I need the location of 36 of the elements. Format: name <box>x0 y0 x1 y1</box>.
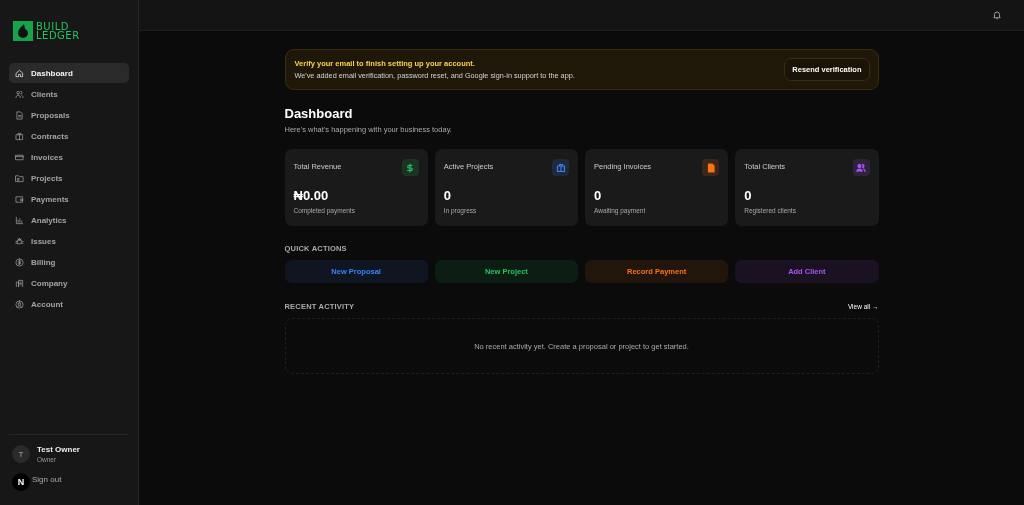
sidebar-item[interactable]: Payments <box>9 189 129 209</box>
stat-value: 0 <box>443 188 452 203</box>
nav-icon <box>15 278 24 288</box>
sidebar-item[interactable]: Analytics <box>9 210 129 230</box>
nav-icon <box>15 299 24 309</box>
nav-icon <box>15 110 24 120</box>
nav-icon <box>15 194 24 204</box>
nav-icon <box>15 89 24 99</box>
sidebar-item[interactable]: Dashboard <box>9 63 129 83</box>
nav-icon <box>15 173 24 183</box>
sidebar-item[interactable]: Proposals <box>9 105 129 125</box>
sign-out-link[interactable]: Sign out <box>32 474 62 484</box>
stat-value: ₦0.00 <box>293 188 330 203</box>
dev-badge[interactable]: N <box>12 473 30 491</box>
sidebar-item[interactable]: Contracts <box>9 126 129 146</box>
sidebar-item[interactable]: Clients <box>9 84 129 104</box>
sidebar-item[interactable]: Issues <box>9 231 129 251</box>
nav-icon <box>15 215 24 225</box>
sidebar-item[interactable]: Billing <box>9 252 129 272</box>
page-title: Dashboard <box>284 106 354 121</box>
nav-icon <box>15 68 24 78</box>
sidebar-item[interactable]: Account <box>9 294 129 314</box>
sidebar-item[interactable]: Company <box>9 273 129 293</box>
nav-icon <box>15 152 24 162</box>
user-avatar: T <box>12 445 30 463</box>
nav-icon <box>15 257 24 267</box>
notification-bell-icon[interactable] <box>992 10 1002 20</box>
stat-value: 0 <box>744 188 753 203</box>
nav-icon <box>15 131 24 141</box>
stat-value: 0 <box>594 188 603 203</box>
sidebar-item[interactable]: Invoices <box>9 147 129 167</box>
logo-wordmark: BUILD LEDGER <box>36 22 80 40</box>
nav-icon <box>15 236 24 246</box>
user-name: Test Owner <box>37 445 80 454</box>
logo-icon <box>13 21 33 41</box>
sidebar-item[interactable]: Projects <box>9 168 129 188</box>
